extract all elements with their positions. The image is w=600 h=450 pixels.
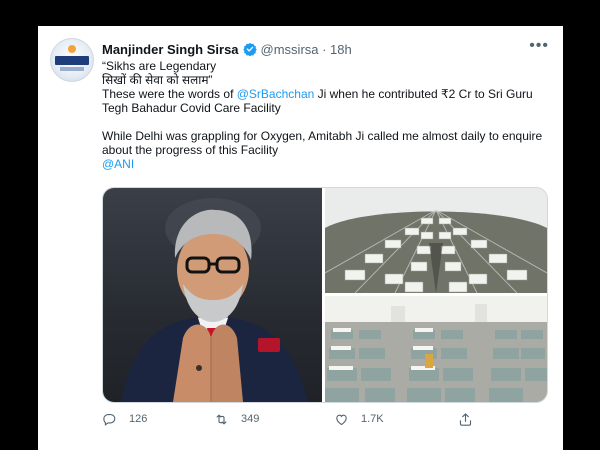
author-avatar[interactable] (50, 38, 94, 82)
like-button[interactable]: 1.7K (334, 412, 458, 427)
verified-badge-icon (242, 42, 257, 56)
retweet-count: 349 (241, 413, 260, 425)
tweet-text: “Sikhs are Legendary सिखों की सेवा को सल… (102, 59, 552, 171)
like-count: 1.7K (361, 413, 384, 425)
avatar-subbanner (60, 67, 84, 71)
avatar-emblem (68, 45, 76, 53)
share-button[interactable] (458, 412, 485, 427)
media-photo-hall-aerial[interactable] (325, 188, 547, 293)
avatar-banner (55, 56, 89, 65)
retweet-icon (216, 414, 227, 424)
heart-icon (336, 414, 347, 425)
reply-icon (103, 413, 116, 426)
tweet-line-3: These were the words of @SrBachchan Ji w… (102, 87, 552, 115)
tweet-card[interactable]: Manjinder Singh Sirsa @mssirsa · 18h •••… (38, 26, 563, 450)
tweet-actions: 126 349 1.7K (102, 410, 546, 428)
reply-button[interactable]: 126 (102, 412, 214, 427)
author-name[interactable]: Manjinder Singh Sirsa (102, 42, 239, 57)
mention-link[interactable]: @SrBachchan (237, 87, 315, 101)
author-handle-time[interactable]: @mssirsa · 18h (261, 42, 352, 57)
tag-link[interactable]: @ANI (102, 157, 134, 171)
more-options-icon[interactable]: ••• (529, 38, 549, 54)
tweet-line-3-start: These were the words of (102, 87, 237, 101)
tweet-line-4: While Delhi was grappling for Oxygen, Am… (102, 129, 543, 157)
portrait-illustration (121, 198, 308, 402)
hall-beds-illustration (325, 296, 547, 402)
tweet-line-1: “Sikhs are Legendary (102, 59, 217, 73)
retweet-button[interactable]: 349 (214, 412, 334, 427)
tweet-line-2: सिखों की सेवा को सलाम” (102, 73, 213, 87)
tweet-header: Manjinder Singh Sirsa @mssirsa · 18h (102, 40, 352, 58)
media-photo-hall-beds[interactable] (325, 296, 547, 402)
share-icon (459, 412, 472, 426)
media-grid (102, 187, 548, 403)
media-photo-portrait[interactable] (103, 188, 322, 402)
hall-aerial-illustration (325, 188, 547, 293)
reply-count: 126 (129, 413, 148, 425)
